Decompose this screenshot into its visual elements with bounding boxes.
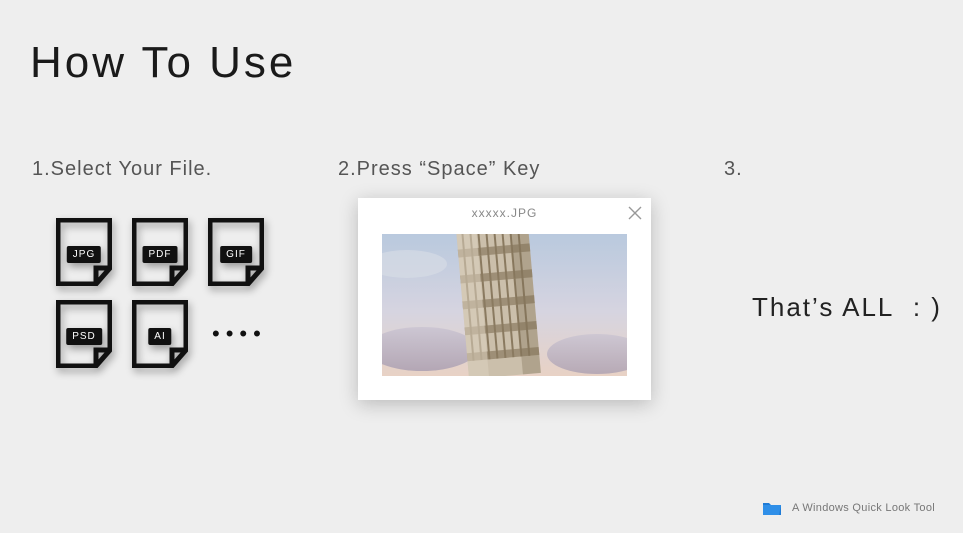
more-dots: •••• [208, 321, 267, 347]
file-tag: GIF [220, 246, 252, 263]
step-3-label: 3. [724, 158, 743, 181]
file-icons-grid: JPG PDF GIF PSD [56, 218, 267, 382]
step-3-message: That’s ALL : ) [752, 292, 942, 323]
preview-titlebar: xxxxx.JPG [358, 198, 651, 228]
step-1-label: 1.Select Your File. [32, 158, 212, 181]
step-2-label: 2.Press “Space” Key [338, 158, 540, 181]
preview-image [382, 234, 627, 376]
file-row-top: JPG PDF GIF [56, 218, 267, 286]
file-icon-ai: AI [132, 300, 188, 368]
file-icon-psd: PSD [56, 300, 112, 368]
file-tag: JPG [67, 246, 101, 263]
folder-icon [762, 499, 782, 517]
file-row-bottom: PSD AI •••• [56, 300, 267, 368]
file-tag: AI [148, 328, 171, 345]
file-icon-pdf: PDF [132, 218, 188, 286]
footer: A Windows Quick Look Tool [762, 499, 935, 517]
file-tag: PSD [66, 328, 102, 345]
preview-filename: xxxxx.JPG [472, 206, 538, 220]
file-icon-jpg: JPG [56, 218, 112, 286]
file-tag: PDF [143, 246, 178, 263]
file-icon-gif: GIF [208, 218, 264, 286]
close-icon[interactable] [627, 205, 643, 221]
page-title: How To Use [30, 38, 296, 88]
footer-tagline: A Windows Quick Look Tool [792, 502, 935, 514]
preview-window: xxxxx.JPG [358, 198, 651, 400]
